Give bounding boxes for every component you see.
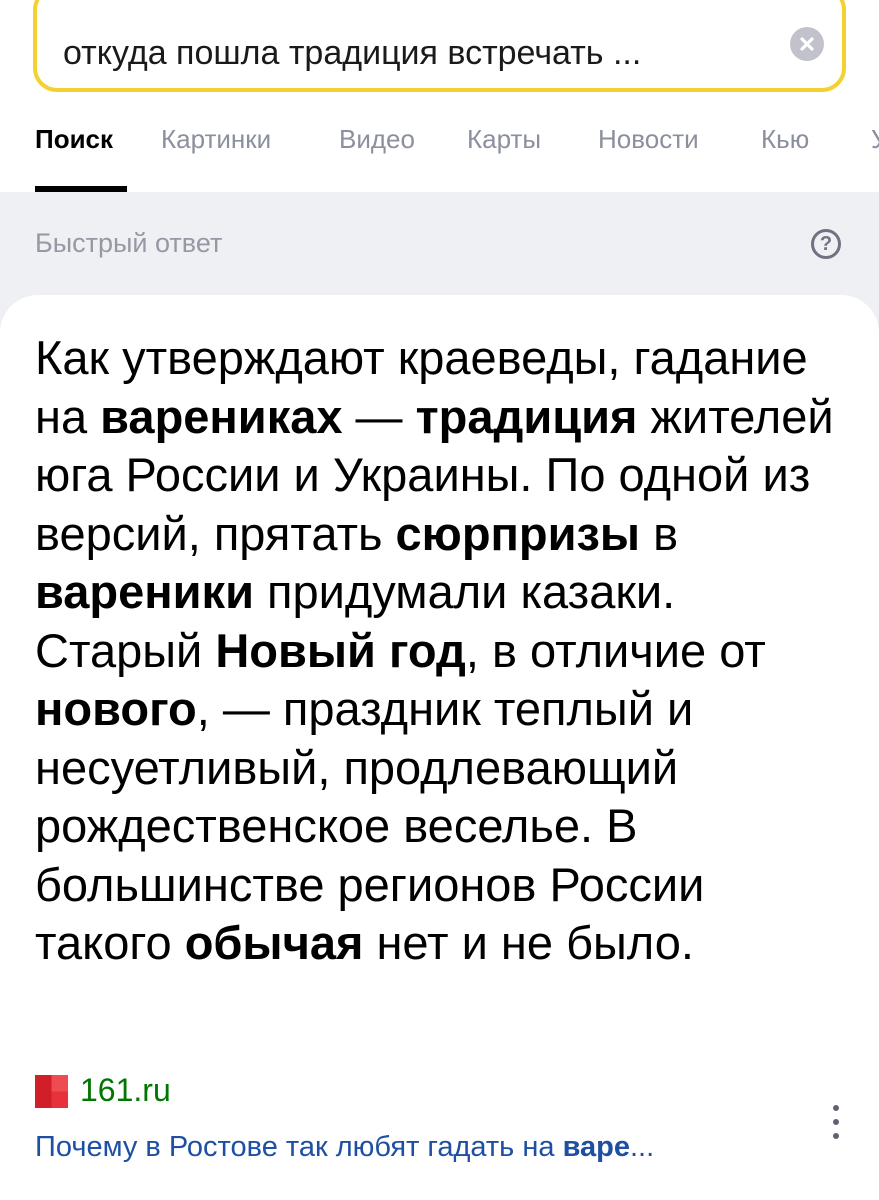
answer-highlight: варениках — [100, 389, 343, 443]
tab-more-cut[interactable]: У — [871, 124, 879, 155]
search-box[interactable] — [33, 0, 846, 92]
site-favicon — [35, 1075, 68, 1108]
source-title-ellipsis: ... — [629, 1131, 655, 1163]
answer-highlight: обычая — [184, 916, 364, 969]
close-icon — [800, 37, 814, 51]
answer-highlight: сюрпризы — [395, 506, 641, 560]
search-header — [0, 0, 879, 108]
more-options-button[interactable] — [824, 1103, 848, 1143]
answer-highlight: традиция — [415, 389, 638, 443]
tab-q[interactable]: Кью — [761, 124, 809, 155]
help-button[interactable]: ? — [811, 229, 841, 259]
tab-maps[interactable]: Карты — [467, 124, 541, 155]
more-vertical-icon — [833, 1105, 839, 1111]
search-input[interactable] — [63, 28, 743, 78]
question-icon: ? — [819, 233, 833, 255]
answer-segment: нет и не было. — [363, 916, 694, 969]
search-tabs: Поиск Картинки Видео Карты Новости Кью У — [0, 108, 879, 192]
tab-video[interactable]: Видео — [339, 124, 415, 155]
clear-search-button[interactable] — [790, 27, 824, 61]
answer-highlight: Новый год — [215, 623, 466, 677]
answer-segment: в — [640, 506, 679, 560]
answer-segment: — — [342, 389, 416, 443]
answer-highlight: нового — [35, 682, 197, 735]
quick-answer-card: Как утверждают краеведы, гадание на варе… — [0, 295, 879, 1200]
page: Поиск Картинки Видео Карты Новости Кью У… — [0, 0, 879, 1200]
quick-answer-label: Быстрый ответ — [35, 228, 223, 258]
answer-highlight: вареники — [35, 565, 254, 618]
more-vertical-icon — [833, 1119, 839, 1125]
tab-images[interactable]: Картинки — [161, 124, 271, 155]
source-title-highlight: варе — [562, 1131, 630, 1163]
answer-text: Как утверждают краеведы, гадание на варе… — [35, 329, 850, 973]
more-vertical-icon — [833, 1133, 839, 1139]
tab-news[interactable]: Новости — [598, 124, 699, 155]
answer-segment: , в отличие от — [465, 623, 766, 677]
source-title-link[interactable]: Почему в Ростове так любят гадать на вар… — [35, 1131, 805, 1164]
tab-search[interactable]: Поиск — [35, 124, 113, 155]
source-domain-link[interactable]: 161.ru — [80, 1072, 171, 1109]
source-title-text: Почему в Ростове так любят гадать на — [35, 1131, 563, 1163]
